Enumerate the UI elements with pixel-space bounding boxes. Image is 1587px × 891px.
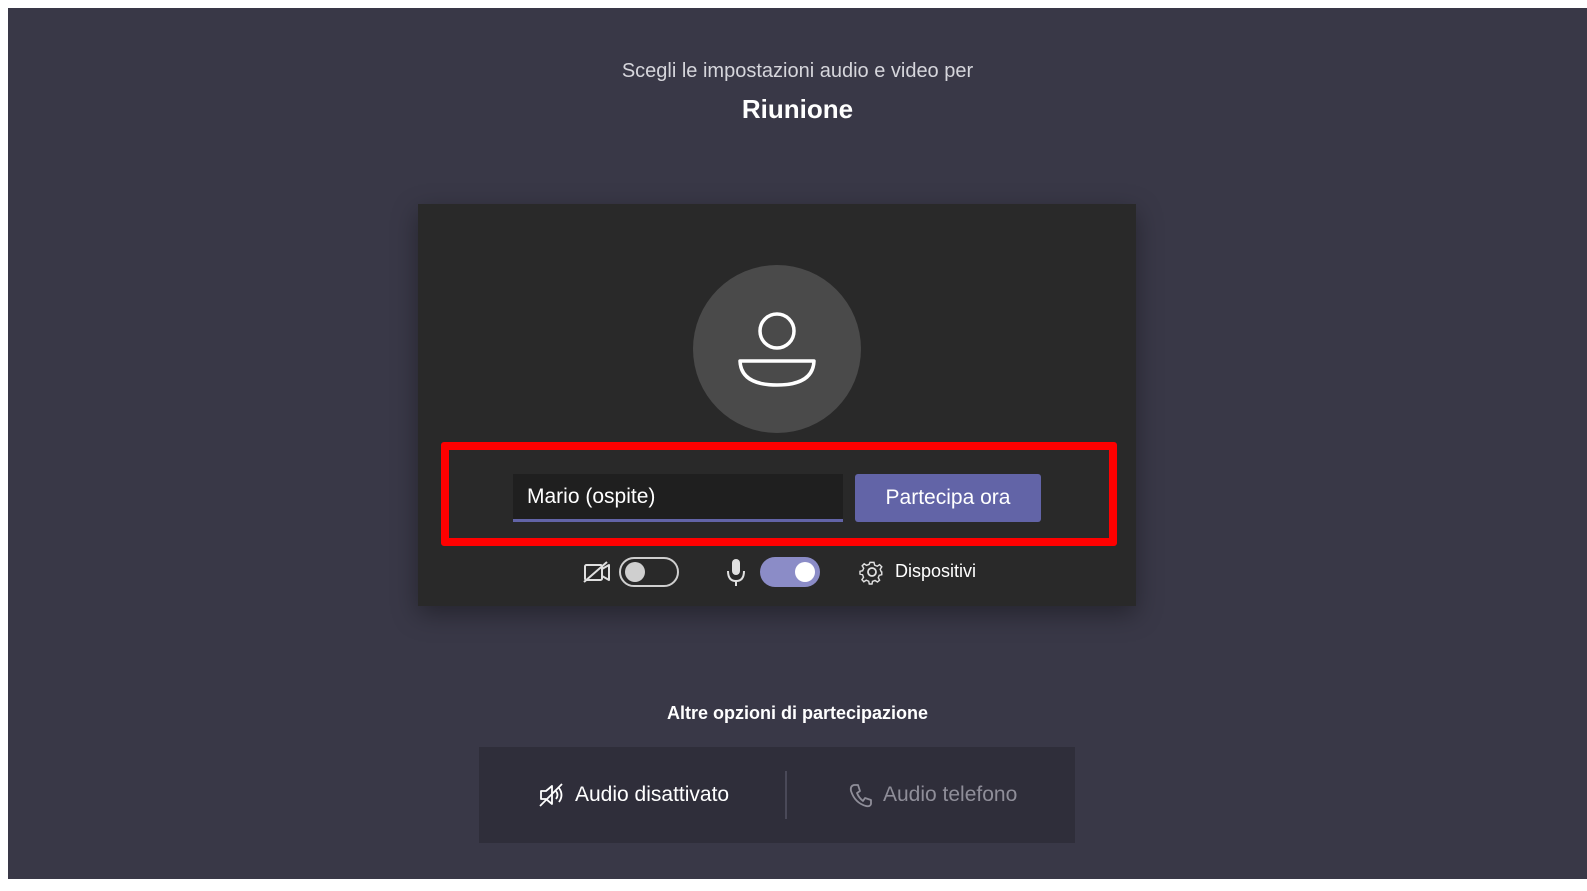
audio-off-label: Audio disattivato	[575, 783, 730, 806]
prejoin-screen: Scegli le impostazioni audio e video per…	[8, 8, 1587, 879]
microphone-icon	[724, 554, 748, 590]
devices-button[interactable]: Dispositivi	[895, 561, 976, 582]
other-options-heading: Altre opzioni di partecipazione	[666, 703, 929, 723]
other-options-panel: Audio disattivato Audio telefono	[479, 747, 1075, 843]
options-divider	[785, 771, 787, 819]
media-controls: Dispositivi	[418, 554, 1136, 590]
camera-toggle[interactable]	[619, 557, 679, 587]
speaker-off-icon	[539, 783, 563, 807]
avatar	[693, 265, 861, 433]
microphone-toggle[interactable]	[760, 557, 820, 587]
camera-off-icon	[582, 554, 612, 590]
user-avatar-icon	[738, 312, 816, 387]
gear-icon[interactable]	[857, 554, 887, 590]
microphone-toggle-knob	[795, 562, 815, 582]
setup-subtitle: Scegli le impostazioni audio e video per	[621, 60, 974, 82]
join-now-button[interactable]: Partecipa ora	[855, 474, 1041, 522]
phone-icon	[849, 784, 872, 808]
preview-card: Partecipa ora	[418, 204, 1136, 606]
phone-audio-option[interactable]: Audio telefono	[847, 747, 1017, 843]
name-input[interactable]	[513, 474, 843, 522]
audio-off-option[interactable]: Audio disattivato	[537, 747, 729, 843]
meeting-title: Riunione	[741, 94, 854, 124]
camera-toggle-knob	[625, 562, 645, 582]
phone-audio-label: Audio telefono	[883, 783, 1018, 806]
